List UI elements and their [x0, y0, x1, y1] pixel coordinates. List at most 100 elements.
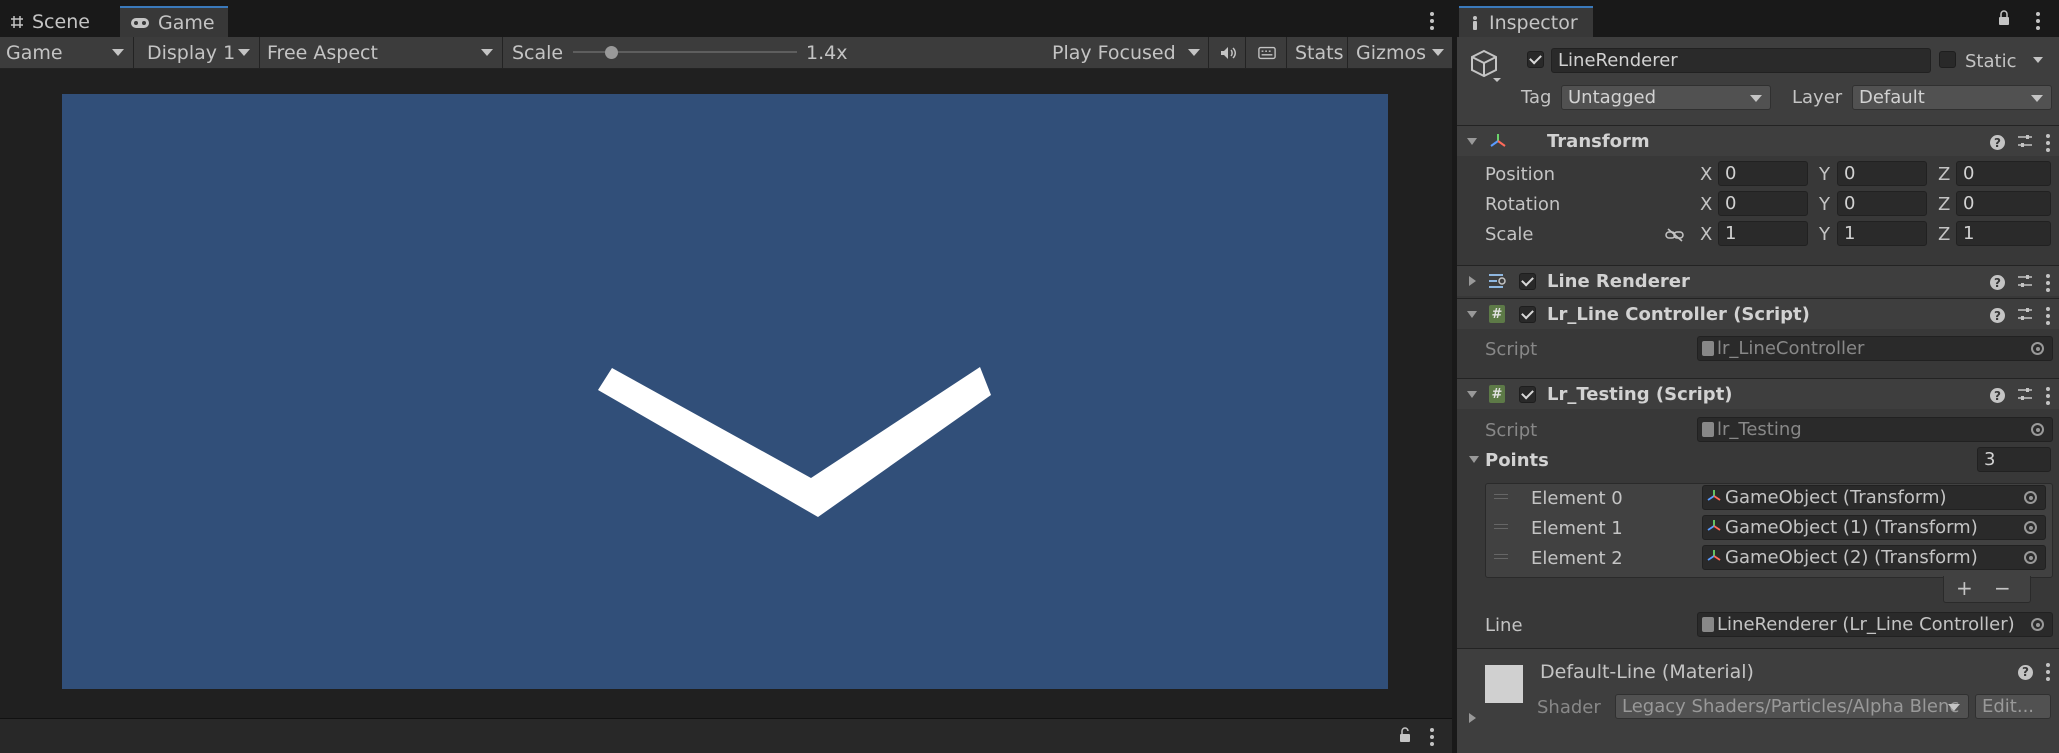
gameobject-name-field[interactable]: LineRenderer [1551, 48, 1931, 73]
testing-enabled-checkbox[interactable] [1519, 386, 1536, 403]
scale-z-field[interactable]: 1 [1956, 221, 2051, 246]
component-menu-icon[interactable] [2045, 273, 2051, 292]
object-picker-icon[interactable] [2024, 491, 2037, 504]
material-menu-icon[interactable] [2045, 663, 2051, 681]
line-renderer-shape [598, 367, 991, 517]
help-icon[interactable]: ? [1990, 135, 2005, 150]
preset-icon[interactable] [2017, 272, 2033, 293]
rotation-z-field[interactable]: 0 [1956, 191, 2051, 216]
object-picker-icon[interactable] [2024, 551, 2037, 564]
object-picker-icon[interactable] [2024, 521, 2037, 534]
fold-right-icon[interactable] [1469, 713, 1476, 723]
scale-x-field[interactable]: 1 [1718, 221, 1808, 246]
add-element-button[interactable]: + [1956, 576, 1973, 600]
constrain-proportions-icon[interactable] [1665, 226, 1685, 247]
lock-icon[interactable] [1398, 727, 1412, 748]
controller-script-field: lr_LineController [1697, 336, 2053, 361]
axis-z-label: Z [1938, 194, 1951, 215]
line-controller-enabled-checkbox[interactable] [1519, 306, 1536, 323]
element-field[interactable]: GameObject (1) (Transform) [1702, 515, 2046, 540]
testing-script-title: Lr_Testing (Script) [1547, 384, 1733, 405]
tab-inspector[interactable]: Inspector [1459, 6, 1593, 37]
preset-icon[interactable] [2017, 132, 2033, 153]
help-icon[interactable]: ? [1990, 308, 2005, 323]
display-dropdown[interactable]: Display 1 [141, 37, 258, 68]
transform-header[interactable]: Transform ? [1457, 125, 2059, 156]
line-object-field[interactable]: LineRenderer (Lr_Line Controller) [1697, 612, 2053, 637]
gameobject-active-checkbox[interactable] [1527, 51, 1544, 68]
object-picker-icon [2031, 342, 2044, 355]
line-controller-header[interactable]: # Lr_Line Controller (Script) ? [1457, 298, 2059, 329]
testing-script-value: lr_Testing [1717, 419, 1802, 440]
lock-icon[interactable] [1997, 10, 2011, 31]
fold-down-icon[interactable] [1467, 311, 1477, 318]
stats-button[interactable]: Stats [1289, 37, 1350, 68]
transform-icon [1707, 517, 1721, 538]
scale-slider[interactable] [573, 37, 797, 68]
game-canvas[interactable] [62, 94, 1388, 689]
component-menu-icon[interactable] [2045, 133, 2051, 152]
testing-script-header[interactable]: # Lr_Testing (Script) ? [1457, 378, 2059, 409]
help-icon[interactable]: ? [1990, 275, 2005, 290]
game-view-statusbar [0, 718, 1452, 753]
gizmos-dropdown[interactable]: Gizmos [1350, 37, 1452, 68]
layer-dropdown[interactable]: Default [1852, 85, 2052, 110]
chevron-down-icon [481, 49, 493, 56]
fold-down-icon[interactable] [1467, 138, 1477, 145]
position-y-field[interactable]: 0 [1837, 161, 1927, 186]
line-renderer-header[interactable]: Line Renderer ? [1457, 265, 2059, 296]
aspect-dropdown[interactable]: Free Aspect [261, 37, 501, 68]
remove-element-button[interactable]: − [1994, 576, 2011, 600]
position-x-field[interactable]: 0 [1718, 161, 1808, 186]
transform-icon [1707, 547, 1721, 568]
component-menu-icon[interactable] [2045, 306, 2051, 325]
shader-label: Shader [1537, 697, 1601, 718]
fold-down-icon[interactable] [1469, 456, 1479, 463]
component-menu-icon[interactable] [2045, 386, 2051, 405]
position-z-field[interactable]: 0 [1956, 161, 2051, 186]
game-mode-dropdown[interactable]: Game [0, 37, 132, 68]
statusbar-menu-icon[interactable] [1429, 728, 1435, 746]
transform-icon [1707, 487, 1721, 508]
inspector-panel: Inspector LineRenderer Static Tag Untagg… [1455, 0, 2059, 753]
list-footer: + − [1943, 576, 2031, 603]
play-mode-dropdown[interactable]: Play Focused [1046, 37, 1208, 68]
element-field[interactable]: GameObject (Transform) [1702, 485, 2046, 510]
tag-dropdown[interactable]: Untagged [1561, 85, 1771, 110]
help-icon[interactable]: ? [2018, 664, 2033, 680]
fold-right-icon[interactable] [1469, 276, 1476, 286]
tab-scene[interactable]: Scene [0, 6, 112, 37]
line-renderer-title: Line Renderer [1547, 271, 1690, 292]
game-view-menu-icon[interactable] [1429, 12, 1435, 30]
keyboard-icon[interactable] [1252, 37, 1282, 68]
mute-audio-icon[interactable] [1214, 37, 1242, 68]
rotation-x-field[interactable]: 0 [1718, 191, 1808, 216]
points-size-field[interactable]: 3 [1977, 447, 2051, 472]
tab-game[interactable]: Game [120, 6, 228, 37]
toolbar-divider [502, 37, 503, 68]
element-label: Element 0 [1531, 488, 1623, 509]
chevron-down-icon[interactable] [2033, 57, 2043, 63]
script-file-icon [1702, 422, 1714, 437]
drag-handle-icon[interactable] [1494, 524, 1508, 529]
drag-handle-icon[interactable] [1494, 554, 1508, 559]
object-picker-icon[interactable] [2031, 618, 2044, 631]
gameobject-cube-icon[interactable] [1469, 48, 1503, 89]
help-icon[interactable]: ? [1990, 388, 2005, 403]
static-checkbox[interactable] [1939, 51, 1956, 68]
points-label: Points [1485, 450, 1549, 471]
line-renderer-enabled-checkbox[interactable] [1519, 273, 1536, 290]
scale-y-field[interactable]: 1 [1837, 221, 1927, 246]
drag-handle-icon[interactable] [1494, 494, 1508, 499]
axis-z-label: Z [1938, 224, 1951, 245]
element-field[interactable]: GameObject (2) (Transform) [1702, 545, 2046, 570]
fold-down-icon[interactable] [1467, 391, 1477, 398]
rotation-y-field[interactable]: 0 [1837, 191, 1927, 216]
preset-icon[interactable] [2017, 305, 2033, 326]
inspector-menu-icon[interactable] [2035, 12, 2041, 30]
scale-slider-thumb[interactable] [605, 46, 618, 59]
shader-dropdown[interactable]: Legacy Shaders/Particles/Alpha Blenc [1615, 694, 1969, 719]
edit-shader-button[interactable]: Edit... [1975, 694, 2051, 719]
preset-icon[interactable] [2017, 385, 2033, 406]
tag-value: Untagged [1568, 87, 1657, 108]
